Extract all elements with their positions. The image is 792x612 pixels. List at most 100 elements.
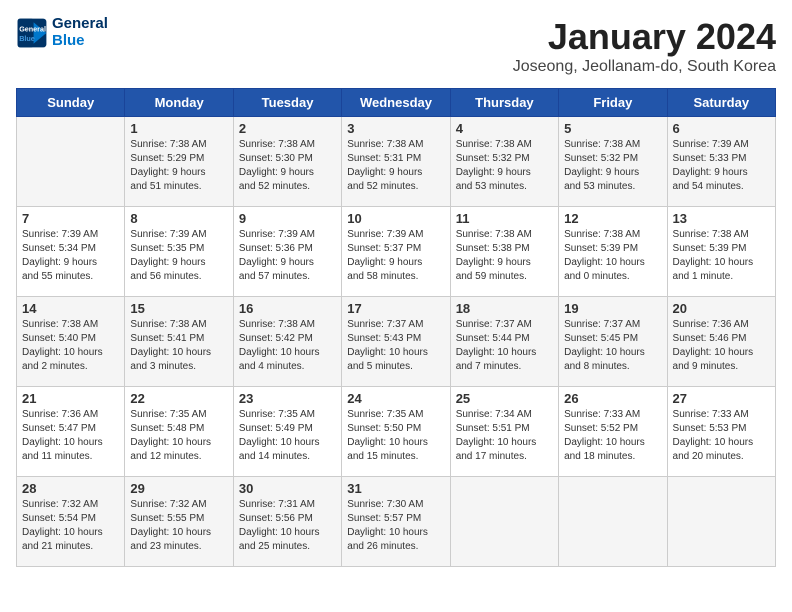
calendar-cell: 10 Sunrise: 7:39 AM Sunset: 5:37 PM Dayli… bbox=[342, 207, 450, 297]
calendar-cell: 4Sunrise: 7:38 AM Sunset: 5:32 PM Daylig… bbox=[450, 117, 558, 207]
calendar-cell: 24 Sunrise: 7:35 AM Sunset: 5:50 PM Dayli… bbox=[342, 387, 450, 477]
calendar-week-3: 14 Sunrise: 7:38 AM Sunset: 5:40 PM Dayli… bbox=[17, 297, 776, 387]
day-header-friday: Friday bbox=[559, 89, 667, 117]
calendar-cell: 29Sunrise: 7:32 AM Sunset: 5:55 PM Dayli… bbox=[125, 477, 233, 567]
logo: General Blue General Blue bbox=[16, 16, 108, 49]
day-header-monday: Monday bbox=[125, 89, 233, 117]
day-info: Sunrise: 7:38 AM Sunset: 5:30 PM Dayligh… bbox=[239, 138, 336, 194]
day-info: Sunrise: 7:38 AM Sunset: 5:39 PM Dayligh… bbox=[673, 228, 770, 284]
day-number: 23 bbox=[239, 391, 336, 406]
calendar-cell: 26Sunrise: 7:33 AM Sunset: 5:52 PM Dayli… bbox=[559, 387, 667, 477]
day-number: 31 bbox=[347, 481, 444, 496]
day-info: Sunrise: 7:36 AM Sunset: 5:46 PM Dayligh… bbox=[673, 318, 770, 374]
day-info: Sunrise: 7:36 AM Sunset: 5:47 PM Dayligh… bbox=[22, 408, 119, 464]
day-info: Sunrise: 7:38 AM Sunset: 5:42 PM Dayligh… bbox=[239, 318, 336, 374]
day-number: 22 bbox=[130, 391, 227, 406]
day-info: Sunrise: 7:38 AM Sunset: 5:38 PM Dayligh… bbox=[456, 228, 553, 284]
month-title: January 2024 bbox=[513, 16, 776, 58]
day-number: 19 bbox=[564, 301, 661, 316]
title-block: January 2024 Joseong, Jeollanam-do, Sout… bbox=[513, 16, 776, 76]
day-number: 6 bbox=[673, 121, 770, 136]
svg-text:Blue: Blue bbox=[19, 34, 35, 43]
day-number: 21 bbox=[22, 391, 119, 406]
day-number: 7 bbox=[22, 211, 119, 226]
calendar-cell: 12 Sunrise: 7:38 AM Sunset: 5:39 PM Dayli… bbox=[559, 207, 667, 297]
day-info: Sunrise: 7:38 AM Sunset: 5:40 PM Dayligh… bbox=[22, 318, 119, 374]
day-number: 1 bbox=[130, 121, 227, 136]
day-info: Sunrise: 7:37 AM Sunset: 5:45 PM Dayligh… bbox=[564, 318, 661, 374]
calendar-cell: 20Sunrise: 7:36 AM Sunset: 5:46 PM Dayli… bbox=[667, 297, 775, 387]
day-number: 10 bbox=[347, 211, 444, 226]
calendar-cell: 16 Sunrise: 7:38 AM Sunset: 5:42 PM Dayli… bbox=[233, 297, 341, 387]
logo-icon: General Blue bbox=[16, 17, 48, 49]
calendar-cell: 17 Sunrise: 7:37 AM Sunset: 5:43 PM Dayli… bbox=[342, 297, 450, 387]
calendar-cell: 30 Sunrise: 7:31 AM Sunset: 5:56 PM Dayli… bbox=[233, 477, 341, 567]
calendar-week-5: 28Sunrise: 7:32 AM Sunset: 5:54 PM Dayli… bbox=[17, 477, 776, 567]
calendar-cell: 14 Sunrise: 7:38 AM Sunset: 5:40 PM Dayli… bbox=[17, 297, 125, 387]
day-number: 5 bbox=[564, 121, 661, 136]
day-info: Sunrise: 7:39 AM Sunset: 5:37 PM Dayligh… bbox=[347, 228, 444, 284]
day-number: 12 bbox=[564, 211, 661, 226]
day-number: 17 bbox=[347, 301, 444, 316]
day-number: 9 bbox=[239, 211, 336, 226]
calendar-cell: 13Sunrise: 7:38 AM Sunset: 5:39 PM Dayli… bbox=[667, 207, 775, 297]
calendar-cell bbox=[450, 477, 558, 567]
day-header-saturday: Saturday bbox=[667, 89, 775, 117]
logo-general: General bbox=[52, 16, 108, 33]
day-info: Sunrise: 7:35 AM Sunset: 5:50 PM Dayligh… bbox=[347, 408, 444, 464]
day-number: 11 bbox=[456, 211, 553, 226]
calendar-cell: 31 Sunrise: 7:30 AM Sunset: 5:57 PM Dayli… bbox=[342, 477, 450, 567]
day-number: 27 bbox=[673, 391, 770, 406]
calendar-cell: 15Sunrise: 7:38 AM Sunset: 5:41 PM Dayli… bbox=[125, 297, 233, 387]
calendar-cell: 23Sunrise: 7:35 AM Sunset: 5:49 PM Dayli… bbox=[233, 387, 341, 477]
day-number: 29 bbox=[130, 481, 227, 496]
day-info: Sunrise: 7:35 AM Sunset: 5:48 PM Dayligh… bbox=[130, 408, 227, 464]
day-info: Sunrise: 7:39 AM Sunset: 5:33 PM Dayligh… bbox=[673, 138, 770, 194]
day-number: 24 bbox=[347, 391, 444, 406]
day-header-tuesday: Tuesday bbox=[233, 89, 341, 117]
calendar-cell: 1 Sunrise: 7:38 AM Sunset: 5:29 PM Daylig… bbox=[125, 117, 233, 207]
day-info: Sunrise: 7:39 AM Sunset: 5:34 PM Dayligh… bbox=[22, 228, 119, 284]
day-info: Sunrise: 7:39 AM Sunset: 5:36 PM Dayligh… bbox=[239, 228, 336, 284]
day-info: Sunrise: 7:34 AM Sunset: 5:51 PM Dayligh… bbox=[456, 408, 553, 464]
day-info: Sunrise: 7:38 AM Sunset: 5:29 PM Dayligh… bbox=[130, 138, 227, 194]
day-header-thursday: Thursday bbox=[450, 89, 558, 117]
day-number: 15 bbox=[130, 301, 227, 316]
svg-text:General: General bbox=[19, 24, 46, 33]
day-number: 28 bbox=[22, 481, 119, 496]
day-number: 3 bbox=[347, 121, 444, 136]
calendar-cell: 9 Sunrise: 7:39 AM Sunset: 5:36 PM Daylig… bbox=[233, 207, 341, 297]
calendar-cell: 3 Sunrise: 7:38 AM Sunset: 5:31 PM Daylig… bbox=[342, 117, 450, 207]
day-header-wednesday: Wednesday bbox=[342, 89, 450, 117]
calendar-table: SundayMondayTuesdayWednesdayThursdayFrid… bbox=[16, 88, 776, 567]
day-info: Sunrise: 7:39 AM Sunset: 5:35 PM Dayligh… bbox=[130, 228, 227, 284]
calendar-cell: 2Sunrise: 7:38 AM Sunset: 5:30 PM Daylig… bbox=[233, 117, 341, 207]
day-info: Sunrise: 7:31 AM Sunset: 5:56 PM Dayligh… bbox=[239, 498, 336, 554]
day-header-sunday: Sunday bbox=[17, 89, 125, 117]
day-number: 8 bbox=[130, 211, 227, 226]
day-number: 14 bbox=[22, 301, 119, 316]
day-info: Sunrise: 7:37 AM Sunset: 5:43 PM Dayligh… bbox=[347, 318, 444, 374]
calendar-cell: 19 Sunrise: 7:37 AM Sunset: 5:45 PM Dayli… bbox=[559, 297, 667, 387]
day-info: Sunrise: 7:30 AM Sunset: 5:57 PM Dayligh… bbox=[347, 498, 444, 554]
logo-blue: Blue bbox=[52, 33, 108, 50]
calendar-header-row: SundayMondayTuesdayWednesdayThursdayFrid… bbox=[17, 89, 776, 117]
day-number: 18 bbox=[456, 301, 553, 316]
calendar-cell: 21 Sunrise: 7:36 AM Sunset: 5:47 PM Dayli… bbox=[17, 387, 125, 477]
calendar-cell: 11 Sunrise: 7:38 AM Sunset: 5:38 PM Dayli… bbox=[450, 207, 558, 297]
day-info: Sunrise: 7:38 AM Sunset: 5:31 PM Dayligh… bbox=[347, 138, 444, 194]
day-number: 4 bbox=[456, 121, 553, 136]
calendar-cell: 8 Sunrise: 7:39 AM Sunset: 5:35 PM Daylig… bbox=[125, 207, 233, 297]
day-number: 16 bbox=[239, 301, 336, 316]
day-info: Sunrise: 7:33 AM Sunset: 5:53 PM Dayligh… bbox=[673, 408, 770, 464]
day-info: Sunrise: 7:38 AM Sunset: 5:39 PM Dayligh… bbox=[564, 228, 661, 284]
calendar-week-1: 1 Sunrise: 7:38 AM Sunset: 5:29 PM Daylig… bbox=[17, 117, 776, 207]
calendar-cell: 7 Sunrise: 7:39 AM Sunset: 5:34 PM Daylig… bbox=[17, 207, 125, 297]
calendar-week-2: 7 Sunrise: 7:39 AM Sunset: 5:34 PM Daylig… bbox=[17, 207, 776, 297]
calendar-week-4: 21 Sunrise: 7:36 AM Sunset: 5:47 PM Dayli… bbox=[17, 387, 776, 477]
day-number: 30 bbox=[239, 481, 336, 496]
calendar-cell: 18 Sunrise: 7:37 AM Sunset: 5:44 PM Dayli… bbox=[450, 297, 558, 387]
day-info: Sunrise: 7:33 AM Sunset: 5:52 PM Dayligh… bbox=[564, 408, 661, 464]
day-info: Sunrise: 7:37 AM Sunset: 5:44 PM Dayligh… bbox=[456, 318, 553, 374]
calendar-cell bbox=[17, 117, 125, 207]
